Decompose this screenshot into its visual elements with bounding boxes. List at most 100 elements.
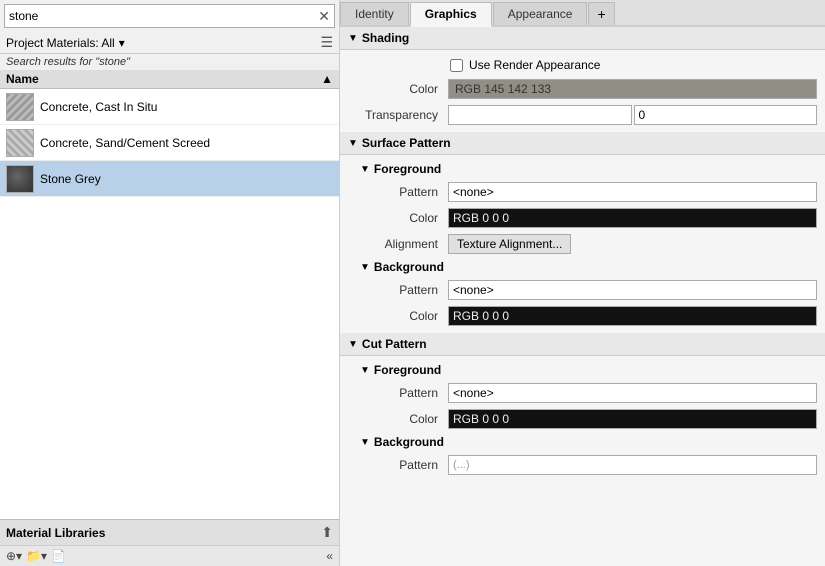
collapse-right-icon: « [326, 549, 333, 563]
surface-pattern-section-header[interactable]: ▼ Surface Pattern [340, 132, 825, 155]
add-icon: ⊕▾ [6, 549, 22, 563]
surface-pattern-section-body: ▼ Foreground Pattern <none> Color RGB 0 … [340, 155, 825, 333]
surface-fg-pattern-value[interactable]: <none> [448, 182, 817, 202]
doc-icon: 📄 [51, 549, 66, 563]
project-bar-left: Project Materials: All ▾ [6, 36, 125, 50]
material-name: Concrete, Cast In Situ [40, 100, 157, 114]
surface-bg-pattern-row: Pattern <none> [340, 277, 825, 303]
tab-appearance[interactable]: Appearance [493, 2, 588, 25]
bottom-toolbar: ⊕▾ 📁▾ 📄 « [0, 545, 339, 566]
project-bar: Project Materials: All ▾ ☰ [0, 32, 339, 54]
triangle-icon: ▼ [360, 262, 370, 273]
color-label: Color [348, 82, 448, 96]
cut-pattern-section-body: ▼ Foreground Pattern <none> Color RGB 0 … [340, 356, 825, 482]
shading-section-body: Use Render Appearance Color RGB 145 142 … [340, 50, 825, 132]
cut-bg-pattern-row: Pattern (...) [340, 452, 825, 478]
pattern-label: Pattern [348, 386, 448, 400]
name-column-header: Name [6, 72, 39, 86]
transparency-row: Transparency 0 [340, 102, 825, 128]
search-results-label: Search results for "stone" [0, 54, 339, 70]
color-label: Color [348, 309, 448, 323]
pattern-label: Pattern [348, 458, 448, 472]
shading-section-header[interactable]: ▼ Shading [340, 27, 825, 50]
tab-add-button[interactable]: + [588, 2, 614, 25]
project-materials-label: Project Materials: All [6, 36, 115, 50]
material-thumbnail [6, 129, 34, 157]
transparency-bar [448, 105, 632, 125]
shading-label: Shading [362, 31, 409, 45]
triangle-icon: ▼ [348, 33, 358, 44]
shading-color-value[interactable]: RGB 145 142 133 [448, 79, 817, 99]
surface-fg-alignment-row: Alignment Texture Alignment... [340, 231, 825, 257]
transparency-value[interactable]: 0 [634, 105, 818, 125]
color-label: Color [348, 211, 448, 225]
surface-background-header[interactable]: ▼ Background [340, 257, 825, 277]
use-render-appearance-row: Use Render Appearance [340, 54, 825, 76]
bottom-toolbar-left: ⊕▾ 📁▾ 📄 [6, 549, 66, 563]
search-bar: ✕ [4, 4, 335, 28]
cut-background-header[interactable]: ▼ Background [340, 432, 825, 452]
triangle-icon: ▼ [360, 164, 370, 175]
surface-pattern-label: Surface Pattern [362, 136, 451, 150]
list-item[interactable]: Concrete, Cast In Situ [0, 89, 339, 125]
right-panel: Identity Graphics Appearance + ▼ Shading… [340, 0, 825, 566]
tabs-bar: Identity Graphics Appearance + [340, 0, 825, 27]
texture-alignment-button[interactable]: Texture Alignment... [448, 234, 571, 254]
collapse-right-button[interactable]: « [326, 549, 333, 563]
add-material-button[interactable]: ⊕▾ [6, 549, 22, 563]
alignment-label: Alignment [348, 237, 448, 251]
folder-icon: 📁▾ [26, 549, 47, 563]
collapse-list-icon[interactable]: ▲ [321, 72, 333, 86]
triangle-icon: ▼ [348, 138, 358, 149]
dropdown-arrow-icon: ▾ [119, 36, 125, 50]
folder-button[interactable]: 📁▾ [26, 549, 47, 563]
list-item[interactable]: Concrete, Sand/Cement Screed [0, 125, 339, 161]
pattern-label: Pattern [348, 185, 448, 199]
material-name: Stone Grey [40, 172, 101, 186]
project-materials-dropdown[interactable]: ▾ [119, 36, 125, 50]
list-item[interactable]: Stone Grey [0, 161, 339, 197]
material-name: Concrete, Sand/Cement Screed [40, 136, 210, 150]
cut-fg-pattern-row: Pattern <none> [340, 380, 825, 406]
cut-fg-color-value[interactable]: RGB 0 0 0 [448, 409, 817, 429]
cut-pattern-label: Cut Pattern [362, 337, 427, 351]
material-thumbnail [6, 165, 34, 193]
use-render-appearance-checkbox[interactable] [450, 59, 463, 72]
use-render-appearance-label: Use Render Appearance [469, 58, 600, 72]
list-view-button[interactable]: ☰ [320, 34, 333, 51]
triangle-icon: ▼ [360, 437, 370, 448]
cut-pattern-section-header[interactable]: ▼ Cut Pattern [340, 333, 825, 356]
collapse-libraries-button[interactable]: ⬆ [321, 524, 333, 541]
surface-foreground-header[interactable]: ▼ Foreground [340, 159, 825, 179]
material-libraries-bar: Material Libraries ⬆ [0, 519, 339, 545]
surface-foreground-label: Foreground [374, 162, 441, 176]
triangle-icon: ▼ [360, 365, 370, 376]
cut-fg-pattern-value[interactable]: <none> [448, 383, 817, 403]
surface-fg-color-row: Color RGB 0 0 0 [340, 205, 825, 231]
pattern-label: Pattern [348, 283, 448, 297]
right-content: ▼ Shading Use Render Appearance Color RG… [340, 27, 825, 566]
transparency-label: Transparency [348, 108, 448, 122]
tab-identity[interactable]: Identity [340, 2, 409, 25]
surface-background-label: Background [374, 260, 444, 274]
material-list: Concrete, Cast In Situ Concrete, Sand/Ce… [0, 89, 339, 519]
left-panel: ✕ Project Materials: All ▾ ☰ Search resu… [0, 0, 340, 566]
surface-fg-color-value[interactable]: RGB 0 0 0 [448, 208, 817, 228]
material-libraries-label: Material Libraries [6, 526, 105, 540]
search-clear-button[interactable]: ✕ [318, 8, 330, 25]
triangle-icon: ▼ [348, 339, 358, 350]
color-label: Color [348, 412, 448, 426]
surface-bg-color-row: Color RGB 0 0 0 [340, 303, 825, 329]
material-thumbnail [6, 93, 34, 121]
shading-color-row: Color RGB 145 142 133 [340, 76, 825, 102]
surface-bg-color-value[interactable]: RGB 0 0 0 [448, 306, 817, 326]
search-input[interactable] [9, 9, 318, 23]
surface-bg-pattern-value[interactable]: <none> [448, 280, 817, 300]
cut-foreground-label: Foreground [374, 363, 441, 377]
cut-foreground-header[interactable]: ▼ Foreground [340, 360, 825, 380]
cut-bg-pattern-value[interactable]: (...) [448, 455, 817, 475]
empty-area [0, 197, 339, 397]
doc-button[interactable]: 📄 [51, 549, 66, 563]
tab-graphics[interactable]: Graphics [410, 2, 492, 27]
cut-fg-color-row: Color RGB 0 0 0 [340, 406, 825, 432]
